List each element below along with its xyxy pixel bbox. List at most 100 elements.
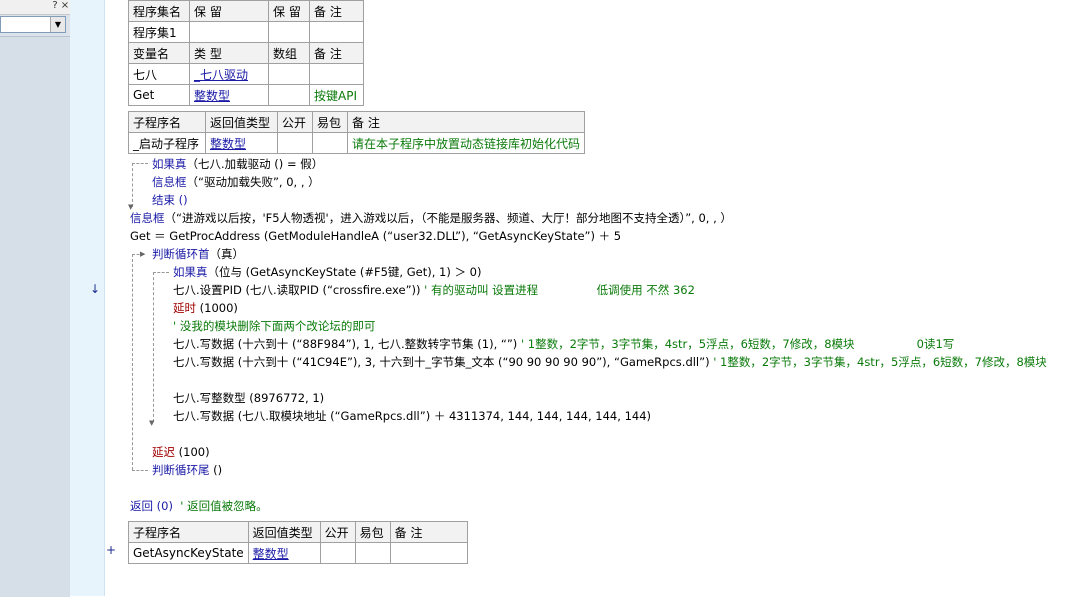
sub-header-name: 子程序名 bbox=[128, 521, 249, 543]
sub-header-note: 备 注 bbox=[346, 111, 586, 133]
subprogram-table-getasynckeystate: 子程序名 返回值类型 公开 易包 备 注 GetAsyncKeyState 整数… bbox=[128, 521, 468, 564]
if-block-guide bbox=[132, 163, 133, 207]
sub-easypkg-cell[interactable] bbox=[354, 542, 391, 564]
sub-header-return-type: 返回值类型 bbox=[247, 521, 321, 543]
code-line[interactable]: 如果真（七八.加载驱动 () = 假） bbox=[152, 155, 323, 173]
sub-header-name: 子程序名 bbox=[128, 111, 206, 133]
var-array-cell[interactable] bbox=[268, 63, 310, 85]
var-name-cell[interactable]: Get bbox=[128, 84, 190, 106]
keyword-msgbox: 信息框 bbox=[152, 175, 187, 189]
code-line[interactable]: 七八.设置PID (七八.读取PID (“crossfire.exe”)) ' … bbox=[173, 281, 695, 299]
subprogram-table-startup: 子程序名 返回值类型 公开 易包 备 注 _启动子程序 整数型 请在本子程序中放… bbox=[128, 111, 586, 154]
loop-block-guide-bottom bbox=[132, 470, 148, 471]
code-text: () bbox=[209, 463, 223, 477]
var-header-array: 数组 bbox=[268, 42, 310, 64]
panel-tree-area[interactable] bbox=[0, 36, 70, 597]
code-line[interactable]: 七八.写数据 (七八.取模块地址 (“GameRpcs.dll”) ＋ 4311… bbox=[173, 407, 651, 425]
sub-name-cell[interactable]: GetAsyncKeyState bbox=[128, 542, 249, 564]
sub-header-note: 备 注 bbox=[389, 521, 468, 543]
sub-note-cell[interactable] bbox=[389, 542, 468, 564]
assembly-header-reserved1: 保 留 bbox=[189, 0, 269, 22]
sub-public-cell[interactable] bbox=[277, 132, 313, 154]
code-line[interactable]: 七八.写数据 (十六到十 (“41C94E”), 3, 十六到十_字节集_文本 … bbox=[173, 353, 1047, 371]
keyword-delay: 延迟 bbox=[152, 445, 175, 459]
if-block-guide-top bbox=[132, 163, 148, 164]
assembly-header-reserved2: 保 留 bbox=[268, 0, 310, 22]
code-text: (1000) bbox=[196, 301, 238, 315]
code-text: （“进游戏以后按，'F5人物透视'，进入游戏以后，（不能是服务器、频道、大厅！部… bbox=[164, 211, 732, 225]
code-comment: ' 有的驱动叫 设置进程 低调使用 不然 362 bbox=[420, 283, 695, 297]
table-row: Get 整数型 按键API bbox=[128, 84, 364, 106]
sub-header-public: 公开 bbox=[319, 521, 356, 543]
keyword-if-true: 如果真 bbox=[173, 265, 208, 279]
sub-header-return-type: 返回值类型 bbox=[205, 111, 278, 133]
code-line[interactable]: 七八.写整数型 (8976772, 1) bbox=[173, 389, 324, 407]
chevron-down-icon[interactable]: ▼ bbox=[50, 17, 65, 32]
code-text: （七八.加载驱动 () = 假） bbox=[186, 157, 324, 171]
code-comment: ' 返回值被忽略。 bbox=[172, 499, 268, 513]
var-type-cell[interactable]: 整数型 bbox=[189, 84, 269, 106]
code-line[interactable]: 结束 () bbox=[152, 191, 188, 209]
code-comment-line[interactable]: ' 没我的模块删除下面两个改论坛的即可 bbox=[173, 317, 375, 335]
var-note-cell[interactable] bbox=[309, 63, 364, 85]
table-row: _启动子程序 整数型 请在本子程序中放置动态链接库初始化代码 bbox=[128, 132, 586, 154]
sub-header-easypkg: 易包 bbox=[354, 521, 391, 543]
code-line[interactable]: 如果真（位与 (GetAsyncKeyState (#F5键, Get), 1)… bbox=[173, 263, 481, 281]
code-line[interactable]: 判断循环首（真） bbox=[152, 245, 244, 263]
var-header-type: 类 型 bbox=[189, 42, 269, 64]
code-text: (100) bbox=[175, 445, 210, 459]
sub-note-cell[interactable]: 请在本子程序中放置动态链接库初始化代码 bbox=[346, 132, 586, 154]
current-line-arrow-icon: ↓ bbox=[90, 282, 101, 296]
sub-name-cell[interactable]: _启动子程序 bbox=[128, 132, 206, 154]
code-text: 七八.写数据 (十六到十 (“41C94E”), 3, 十六到十_字节集_文本 … bbox=[173, 355, 710, 369]
expand-plus-icon[interactable]: + bbox=[106, 543, 116, 557]
table-row: 七八 _七八驱动 bbox=[128, 63, 364, 85]
code-text: （位与 (GetAsyncKeyState (#F5键, Get), 1) ＞ … bbox=[207, 265, 482, 279]
var-note-cell[interactable]: 按键API bbox=[309, 84, 364, 106]
assembly-reserved1-cell[interactable] bbox=[189, 21, 269, 43]
close-icon[interactable]: × bbox=[60, 0, 70, 12]
var-array-cell[interactable] bbox=[268, 84, 310, 106]
keyword-delay: 延时 bbox=[173, 301, 196, 315]
sub-public-cell[interactable] bbox=[319, 542, 356, 564]
loop-start-arrow-icon: ▶ bbox=[140, 250, 146, 258]
assembly-reserved2-cell[interactable] bbox=[268, 21, 310, 43]
inner-if-end-marker: ▼ bbox=[149, 419, 155, 427]
code-line[interactable]: 判断循环尾 () bbox=[152, 461, 222, 479]
assembly-header-name: 程序集名 bbox=[128, 0, 190, 22]
code-line[interactable]: 信息框（“进游戏以后按，'F5人物透视'，进入游戏以后，（不能是服务器、频道、大… bbox=[130, 209, 732, 227]
assembly-table: 程序集名 保 留 保 留 备 注 程序集1 变量名 类 型 数组 备 注 七八 … bbox=[128, 0, 364, 106]
inner-if-guide bbox=[153, 272, 154, 422]
left-panel: ? × ▼ bbox=[0, 0, 70, 597]
assembly-note-cell[interactable] bbox=[309, 21, 364, 43]
code-comment: ' 1整数，2字节，3字节集，4str，5浮点，6短数，7修改，8模块 0读1写 bbox=[517, 337, 955, 351]
code-line[interactable]: Get ＝ GetProcAddress (GetModuleHandleA (… bbox=[130, 227, 621, 245]
panel-dropdown[interactable]: ▼ bbox=[0, 16, 66, 33]
var-type-cell[interactable]: _七八驱动 bbox=[189, 63, 269, 85]
var-header-note: 备 注 bbox=[309, 42, 364, 64]
sub-return-type-cell[interactable]: 整数型 bbox=[205, 132, 278, 154]
table-row: GetAsyncKeyState 整数型 bbox=[128, 542, 468, 564]
sub-easypkg-cell[interactable] bbox=[312, 132, 348, 154]
assembly-header-note: 备 注 bbox=[309, 0, 364, 22]
code-line[interactable]: 返回 (0) ' 返回值被忽略。 bbox=[130, 497, 268, 515]
sub-return-type-cell[interactable]: 整数型 bbox=[247, 542, 321, 564]
sub-header-public: 公开 bbox=[277, 111, 313, 133]
code-text: （真） bbox=[209, 247, 245, 261]
var-name-cell[interactable]: 七八 bbox=[128, 63, 190, 85]
code-line[interactable]: 七八.写数据 (十六到十 (“88F984”), 1, 七八.整数转字节集 (1… bbox=[173, 335, 954, 353]
loop-block-guide bbox=[132, 254, 133, 470]
keyword-if-true: 如果真 bbox=[152, 157, 187, 171]
inner-if-guide-top bbox=[153, 272, 169, 273]
keyword-loop-end: 判断循环尾 bbox=[152, 463, 210, 477]
code-text: 七八.设置PID (七八.读取PID (“crossfire.exe”)) bbox=[173, 283, 421, 297]
help-icon[interactable]: ? bbox=[50, 0, 60, 12]
code-line[interactable]: 信息框（“驱动加载失败”, 0, , ） bbox=[152, 173, 320, 191]
code-line[interactable]: 延迟 (100) bbox=[152, 443, 210, 461]
assembly-name-cell[interactable]: 程序集1 bbox=[128, 21, 190, 43]
keyword-return: 返回 (0) bbox=[130, 499, 173, 513]
code-comment: ' 1整数，2字节，3字节集，4str，5浮点，6短数，7修改，8模块 bbox=[709, 355, 1047, 369]
code-text: （“驱动加载失败”, 0, , ） bbox=[186, 175, 320, 189]
var-header-name: 变量名 bbox=[128, 42, 190, 64]
code-line[interactable]: 延时 (1000) bbox=[173, 299, 238, 317]
